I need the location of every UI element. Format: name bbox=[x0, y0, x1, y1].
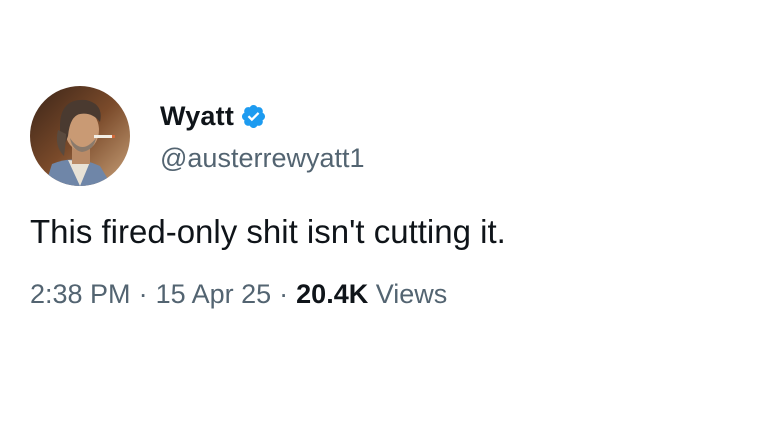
views-count[interactable]: 20.4K bbox=[296, 279, 368, 309]
tweet-text: This fired-only shit isn't cutting it. bbox=[30, 213, 506, 250]
author-names: Wyatt @austerrewyatt1 bbox=[160, 99, 365, 174]
tweet-meta: 2:38 PM · 15 Apr 25 · 20.4K Views bbox=[30, 274, 447, 314]
tweet-date[interactable]: 15 Apr 25 bbox=[156, 279, 272, 309]
views-label: Views bbox=[375, 279, 448, 309]
meta-separator: · bbox=[279, 279, 289, 309]
verified-badge-icon[interactable] bbox=[240, 103, 267, 130]
tweet-card: Wyatt @austerrewyatt1 This fired-only sh… bbox=[0, 0, 768, 433]
avatar[interactable] bbox=[30, 86, 130, 186]
tweet-header: Wyatt @austerrewyatt1 bbox=[30, 86, 365, 186]
meta-separator: · bbox=[138, 279, 148, 309]
display-name[interactable]: Wyatt bbox=[160, 101, 234, 132]
user-handle[interactable]: @austerrewyatt1 bbox=[160, 143, 365, 174]
display-name-row: Wyatt bbox=[160, 99, 365, 135]
tweet-time[interactable]: 2:38 PM bbox=[30, 279, 131, 309]
avatar-photo-icon bbox=[30, 86, 130, 186]
